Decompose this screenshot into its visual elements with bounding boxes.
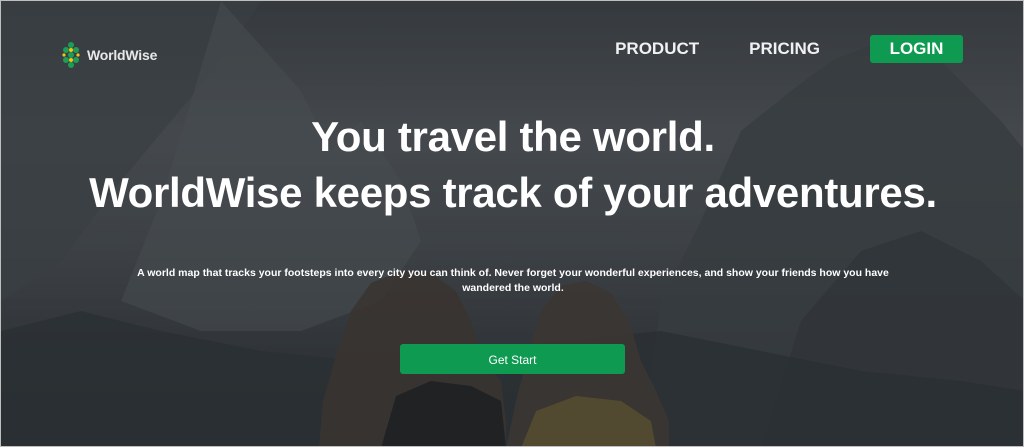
top-navigation: WorldWise PRODUCT PRICING LOGIN	[1, 1, 1023, 97]
headline-line-2: WorldWise keeps track of your adventures…	[89, 169, 937, 216]
nav-link-pricing[interactable]: PRICING	[749, 39, 820, 59]
headline-line-1: You travel the world.	[311, 113, 715, 160]
hero-description: A world map that tracks your footsteps i…	[137, 266, 889, 294]
brand-name: WorldWise	[87, 47, 158, 63]
hero-headline: You travel the world. WorldWise keeps tr…	[1, 109, 1023, 221]
get-start-button[interactable]: Get Start	[400, 344, 625, 374]
globe-hex-icon	[62, 42, 80, 68]
brand-logo[interactable]: WorldWise	[61, 39, 157, 71]
nav-links: PRODUCT PRICING LOGIN	[565, 35, 963, 63]
nav-link-product[interactable]: PRODUCT	[615, 39, 699, 59]
hero-section: WorldWise PRODUCT PRICING LOGIN You trav…	[0, 0, 1024, 447]
login-button[interactable]: LOGIN	[870, 35, 963, 63]
